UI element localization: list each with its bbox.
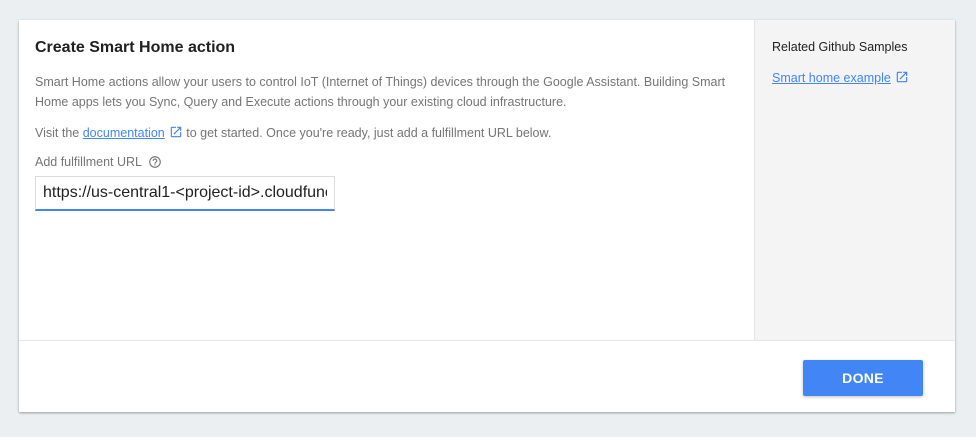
dialog-footer: DONE — [19, 340, 955, 412]
open-in-new-icon[interactable] — [169, 125, 183, 139]
visit-docs-text: Visit the documentation to get started. … — [35, 123, 738, 143]
done-button[interactable]: DONE — [803, 360, 923, 396]
related-samples-sidebar: Related Github Samples Smart home exampl… — [754, 20, 955, 340]
dialog-title: Create Smart Home action — [35, 39, 236, 56]
fulfillment-url-label: Add fulfillment URL — [35, 155, 142, 169]
dialog-description: Smart Home actions allow your users to c… — [35, 75, 726, 109]
visit-suffix: to get started. Once you're ready, just … — [186, 126, 552, 140]
smart-home-example-row: Smart home example — [772, 69, 938, 87]
documentation-link[interactable]: documentation — [83, 126, 165, 140]
visit-prefix: Visit the — [35, 126, 80, 140]
fulfillment-url-input[interactable] — [35, 176, 335, 211]
dialog-main-panel: Create Smart Home action Smart Home acti… — [19, 20, 754, 340]
help-outline-icon[interactable] — [148, 155, 162, 169]
fulfillment-url-label-row: Add fulfillment URL — [35, 153, 738, 171]
smart-home-dialog: Create Smart Home action Smart Home acti… — [19, 20, 955, 412]
smart-home-example-link[interactable]: Smart home example — [772, 71, 891, 85]
related-samples-title: Related Github Samples — [772, 40, 908, 54]
open-in-new-icon[interactable] — [895, 70, 909, 84]
